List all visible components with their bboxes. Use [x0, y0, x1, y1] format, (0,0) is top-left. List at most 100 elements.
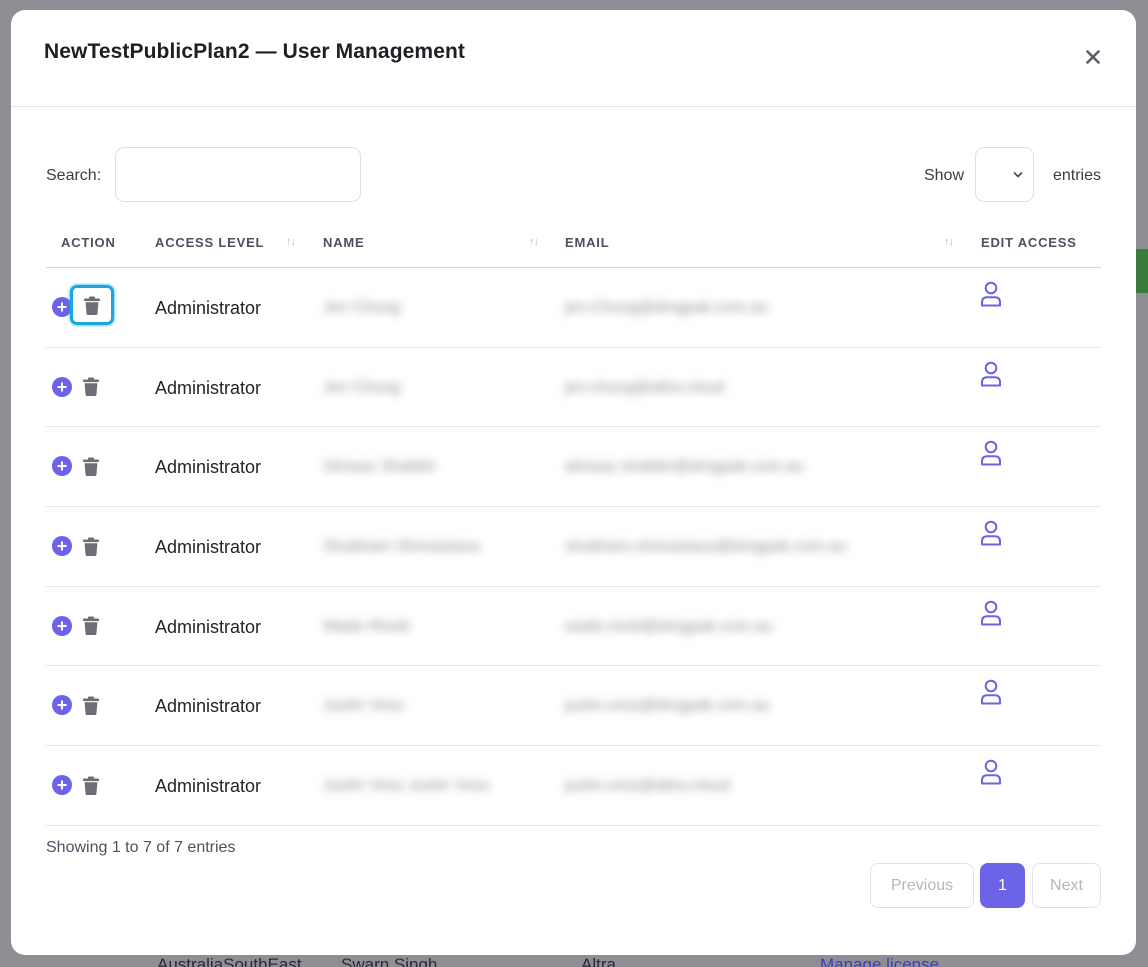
showing-entries-info: Showing 1 to 7 of 7 entries — [46, 839, 236, 856]
table-row: Administrator Wade Rivett wade.rivett@dm… — [46, 587, 1101, 667]
delete-user-button[interactable] — [80, 455, 102, 477]
add-access-button[interactable] — [52, 695, 72, 716]
next-page-button[interactable]: Next — [1032, 863, 1101, 908]
add-access-button[interactable] — [52, 615, 72, 636]
delete-user-button[interactable] — [80, 535, 102, 557]
email-cell: justin.voss@dmgpak.com.au — [565, 697, 770, 715]
access-level-cell: Administrator — [155, 537, 262, 558]
background-row-region: AustraliaSouthEast — [157, 955, 302, 967]
name-cell: Justin Voss Justin Voss — [323, 777, 490, 795]
column-header-email[interactable]: EMAIL — [565, 235, 609, 250]
user-icon — [981, 680, 1001, 705]
edit-access-button[interactable] — [980, 520, 1002, 546]
table-row: Administrator Shubham Shrivastava shubha… — [46, 507, 1101, 587]
plus-circle-icon — [57, 381, 67, 392]
show-label: Show — [923, 167, 964, 184]
plus-circle-icon — [57, 541, 67, 551]
search-input[interactable] — [115, 147, 361, 202]
user-icon — [981, 759, 1001, 785]
table-row: Administrator Almaaz Shabbir almaaz.shab… — [46, 427, 1101, 508]
user-icon — [981, 520, 1001, 546]
background-manage-license-link: Manage license — [820, 955, 940, 967]
plus-circle-icon — [57, 620, 67, 631]
background-row-user: Swarn Singh — [341, 955, 438, 967]
name-cell: Wade Rivett — [323, 617, 410, 635]
sort-icon[interactable]: ↑↓ — [944, 236, 954, 248]
add-access-button[interactable] — [52, 456, 72, 477]
delete-user-button[interactable] — [80, 774, 102, 796]
plus-circle-icon — [57, 302, 67, 312]
entries-label: entries — [1052, 167, 1101, 184]
users-table: ACTION ACCESS LEVEL ↑↓ NAME ↑↓ EMAIL ↑↓ … — [46, 220, 1101, 826]
edit-access-button[interactable] — [980, 281, 1002, 307]
trash-icon — [83, 616, 99, 636]
plus-circle-icon — [57, 780, 67, 790]
edit-access-button[interactable] — [980, 361, 1002, 387]
email-cell: shubham.shrivastava@dmgpak.com.au — [565, 538, 847, 556]
access-level-cell: Administrator — [155, 776, 262, 797]
chevron-down-icon — [1013, 171, 1023, 177]
email-cell: jen.chung@altra.cloud — [565, 378, 725, 396]
delete-user-button[interactable] — [80, 376, 102, 398]
name-cell: Shubham Shrivastava — [323, 538, 480, 556]
user-management-modal: NewTestPublicPlan2 — User Management Sea… — [11, 10, 1136, 955]
modal-title: NewTestPublicPlan2 — User Management — [44, 40, 465, 63]
edit-access-button[interactable] — [980, 679, 1002, 705]
name-cell: Jen Chung — [323, 378, 401, 396]
access-level-cell: Administrator — [155, 696, 262, 717]
search-label: Search: — [46, 167, 102, 184]
user-icon — [981, 281, 1001, 307]
email-cell: jen.Chung@dmgpak.com.au — [565, 299, 769, 316]
add-access-button[interactable] — [52, 536, 72, 557]
email-cell: almaaz.shabbir@dmgpak.com.au — [565, 458, 804, 476]
email-cell: justin.voss@altra.cloud — [565, 777, 730, 795]
trash-icon — [83, 776, 99, 795]
page-1-button[interactable]: 1 — [980, 863, 1025, 908]
plus-circle-icon — [57, 461, 67, 472]
trash-icon — [84, 296, 100, 315]
close-icon — [1086, 50, 1100, 64]
access-level-cell: Administrator — [155, 298, 262, 318]
trash-icon — [83, 696, 99, 715]
edit-access-button[interactable] — [980, 600, 1002, 626]
plus-circle-icon — [57, 700, 67, 711]
add-access-button[interactable] — [52, 297, 72, 317]
modal-header: NewTestPublicPlan2 — User Management — [11, 10, 1136, 107]
name-cell: Justin Voss — [323, 697, 404, 715]
entries-select[interactable] — [975, 147, 1034, 202]
column-header-edit-access: EDIT ACCESS — [981, 235, 1077, 250]
edit-access-button[interactable] — [980, 440, 1002, 466]
name-cell: Jen Chung — [323, 299, 401, 316]
access-level-cell: Administrator — [155, 457, 262, 478]
table-body: Administrator Jen Chung jen.Chung@dmgpak… — [46, 268, 1101, 826]
add-access-button[interactable] — [52, 376, 72, 397]
column-header-action: ACTION — [61, 235, 116, 250]
previous-page-button[interactable]: Previous — [870, 863, 974, 908]
delete-user-button[interactable] — [80, 615, 102, 637]
trash-icon — [83, 457, 99, 476]
edit-access-button[interactable] — [980, 759, 1002, 785]
trash-icon — [83, 377, 99, 397]
close-button[interactable] — [1082, 46, 1104, 68]
column-header-access-level[interactable]: ACCESS LEVEL — [155, 235, 264, 250]
add-access-button[interactable] — [52, 775, 72, 796]
access-level-cell: Administrator — [155, 616, 262, 637]
delete-user-button[interactable] — [80, 694, 102, 716]
trash-icon — [83, 537, 99, 556]
table-row: Administrator Justin Voss Justin Voss ju… — [46, 746, 1101, 826]
background-row-type: Altra — [581, 955, 616, 967]
column-header-name[interactable]: NAME — [323, 235, 364, 250]
table-row: Administrator Jen Chung jen.chung@altra.… — [46, 348, 1101, 428]
sort-icon[interactable]: ↑↓ — [286, 236, 296, 248]
user-icon — [981, 600, 1001, 626]
background-button — [1136, 249, 1148, 293]
table-header: ACTION ACCESS LEVEL ↑↓ NAME ↑↓ EMAIL ↑↓ … — [46, 220, 1101, 268]
user-icon — [981, 361, 1001, 387]
access-level-cell: Administrator — [155, 377, 262, 398]
user-icon — [981, 441, 1001, 466]
email-cell: wade.rivett@dmgpak.com.au — [565, 617, 773, 635]
delete-user-button[interactable] — [70, 285, 114, 325]
name-cell: Almaaz Shabbir — [323, 458, 436, 476]
sort-icon[interactable]: ↑↓ — [529, 236, 539, 248]
table-toolbar: Search: Show entries — [46, 147, 1101, 203]
